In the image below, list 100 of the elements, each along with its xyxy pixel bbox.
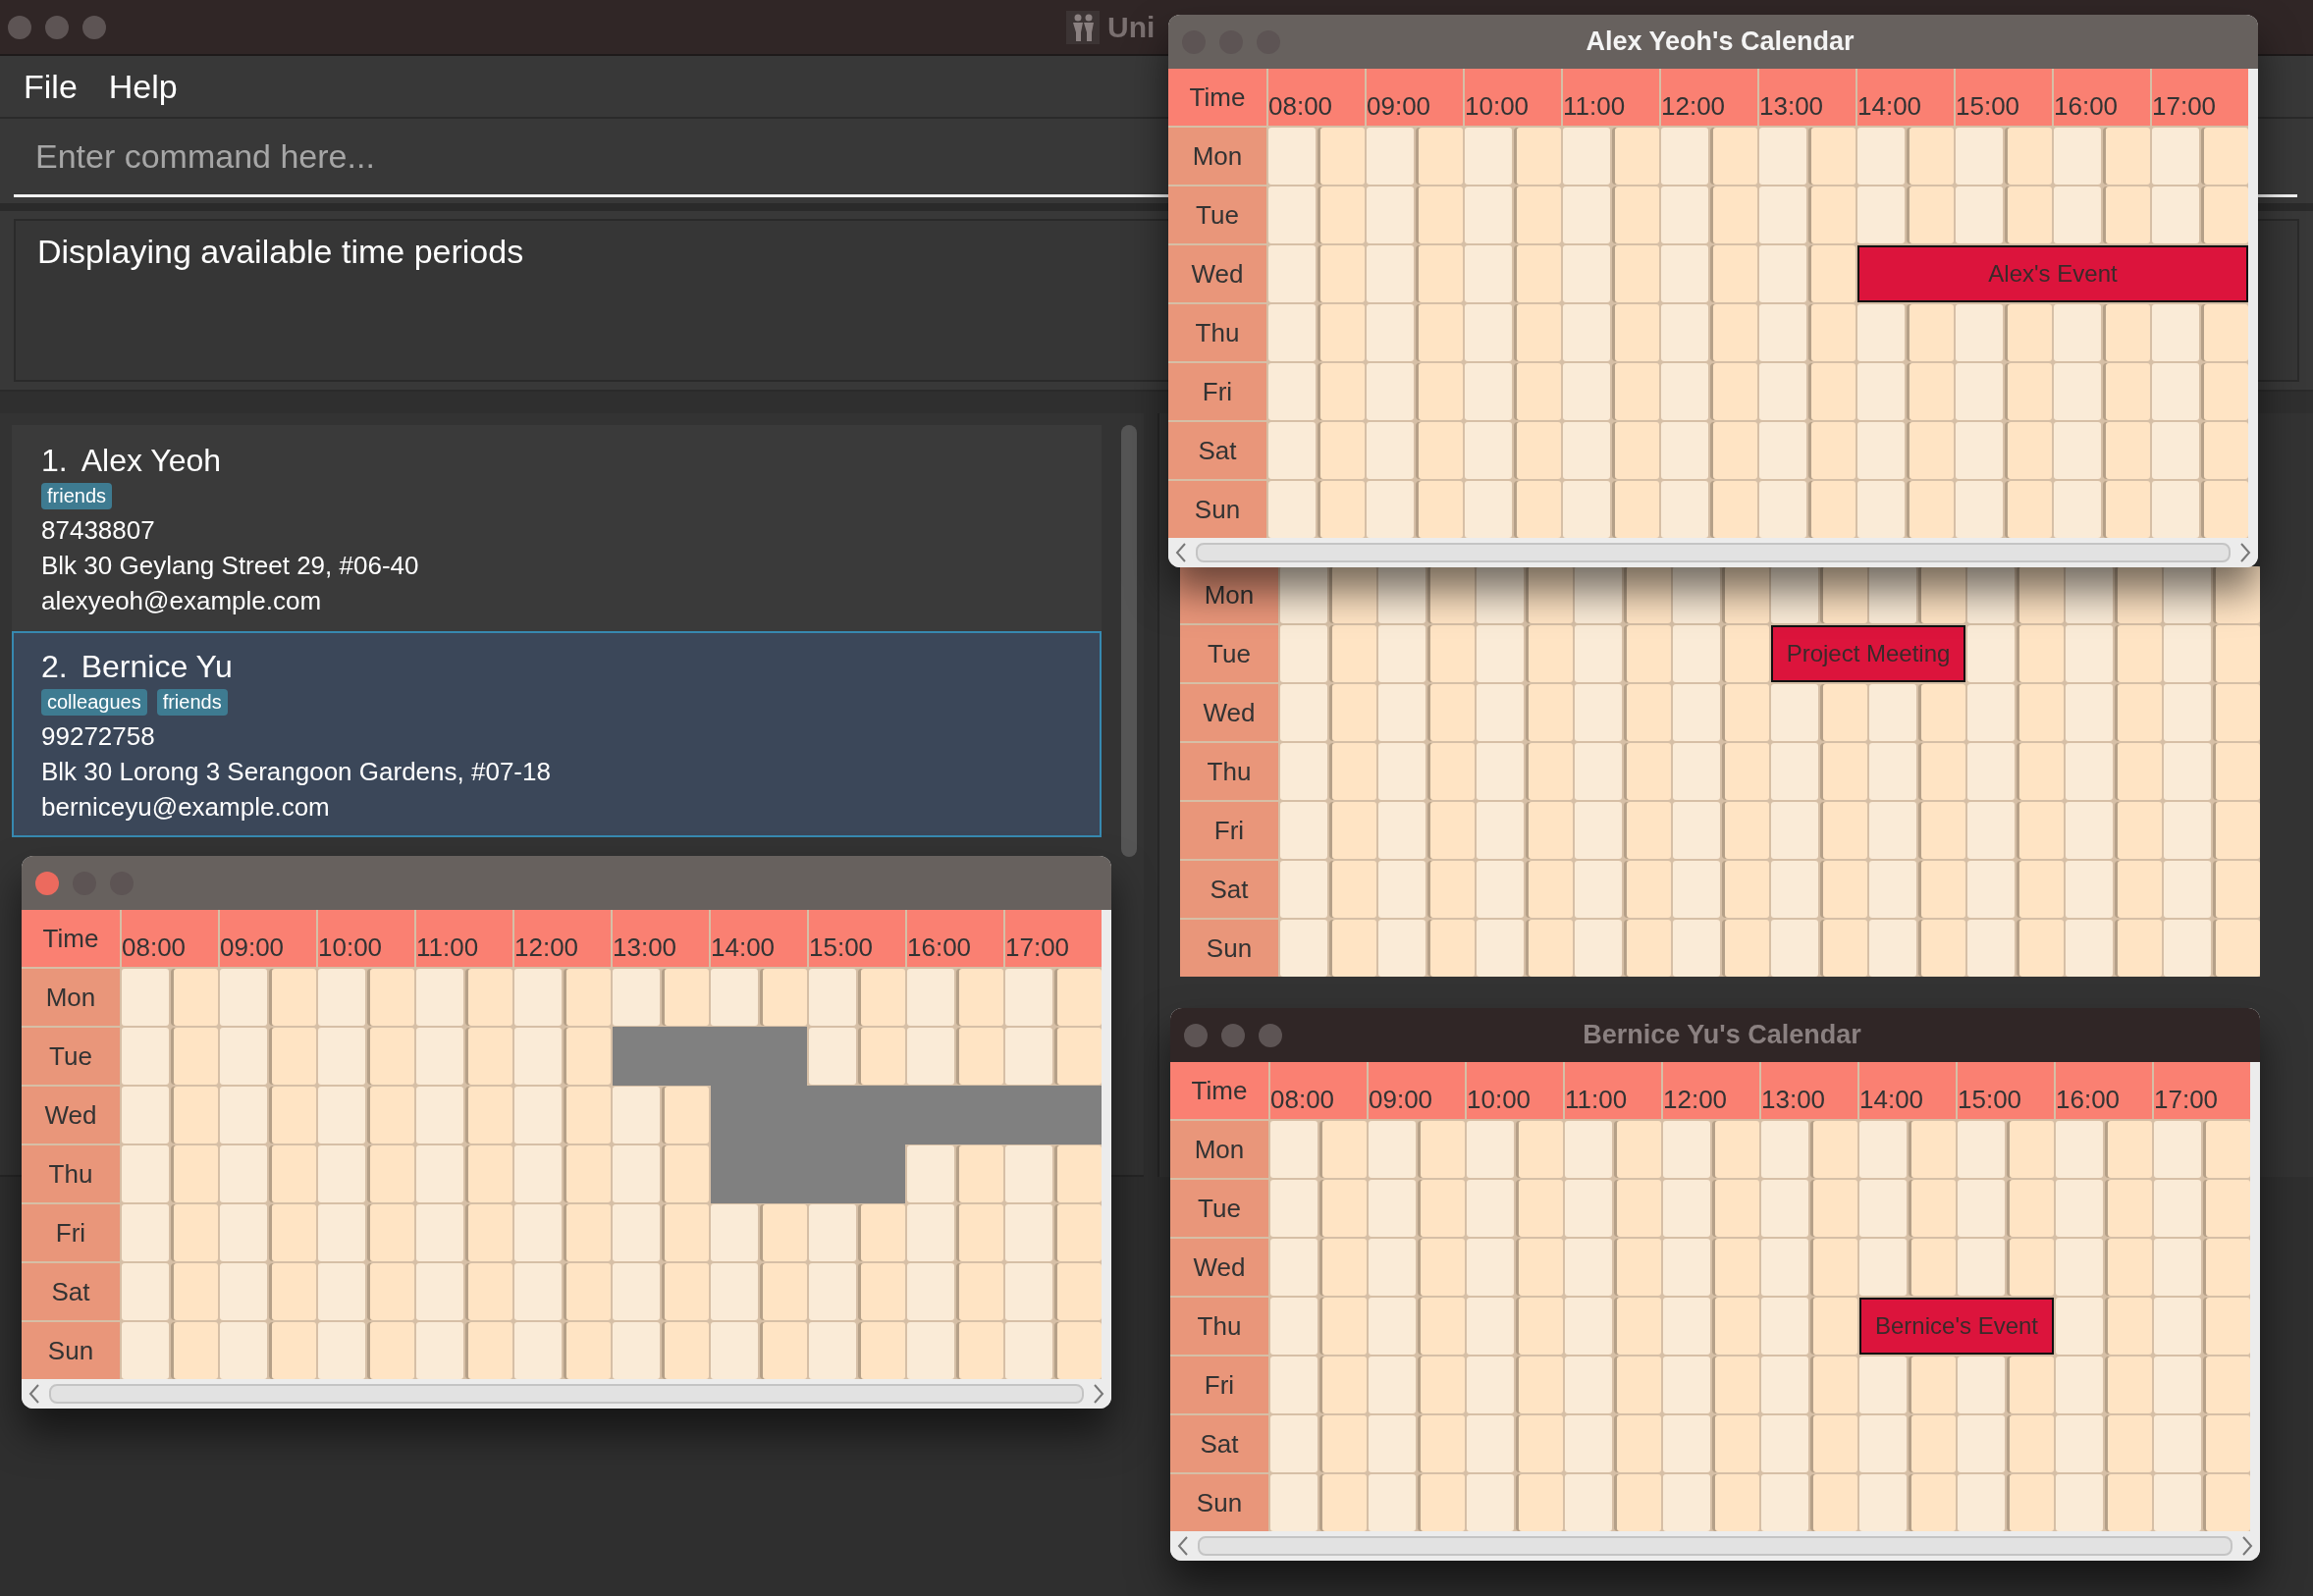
scrollbar-thumb[interactable] [1196, 543, 2231, 562]
event-background[interactable] [1857, 245, 1907, 302]
hour-header: 08:00 [122, 910, 218, 967]
day-label: Sat [1170, 1415, 1268, 1472]
day-label: Tue [1168, 186, 1266, 243]
scroll-left-button[interactable] [1176, 1535, 1190, 1557]
hour-header: 12:00 [1663, 1062, 1759, 1119]
menu-item[interactable]: File [12, 63, 89, 110]
tag: friends [41, 483, 113, 509]
event-background[interactable] [2201, 245, 2248, 302]
hour-header: 14:00 [1859, 1062, 1956, 1119]
window-close-button[interactable] [35, 871, 59, 895]
window-minimize-button[interactable] [45, 15, 69, 39]
person-index: 2. [41, 649, 68, 685]
hour-header: 13:00 [1759, 69, 1856, 126]
window-zoom-button[interactable] [82, 15, 106, 39]
day-label: Fri [1180, 802, 1278, 859]
person-card[interactable]: 1. Alex Yeoh friends 87438807 Blk 30 Geylang Street 29, #06-40 alexyeoh@example.com [12, 425, 1102, 631]
person-card[interactable]: 2. Bernice Yu colleagues friends 99272758 Blk 30 Lorong 3 Serangoon Gardens, #07-18 berniceyu@example.com [12, 631, 1102, 837]
person-email: berniceyu@example.com [41, 791, 331, 824]
day-label: Tue [22, 1028, 120, 1085]
hour-header: 11:00 [416, 910, 512, 967]
day-label: Fri [22, 1204, 120, 1261]
scroll-left-button[interactable] [1174, 542, 1188, 563]
event-label: Bernice's Event [1875, 1312, 2038, 1340]
window-title: Alex Yeoh's Calendar [1586, 27, 1855, 57]
hour-header: 14:00 [711, 910, 807, 967]
day-label: Sat [1180, 861, 1278, 918]
hour-header: 13:00 [1761, 1062, 1857, 1119]
hour-header: 09:00 [1367, 69, 1463, 126]
window-zoom-button[interactable] [1259, 1023, 1282, 1047]
day-label: Thu [22, 1145, 120, 1202]
day-label: Mon [22, 969, 120, 1026]
window-close-button[interactable] [8, 15, 31, 39]
app-title: Uni [1107, 10, 1156, 44]
person-email: alexyeoh@example.com [41, 585, 323, 617]
person-name: Bernice Yu [81, 649, 233, 685]
hour-header: 15:00 [809, 910, 905, 967]
scroll-left-button[interactable] [27, 1383, 41, 1405]
people-icon [1066, 10, 1100, 44]
hour-header: 11:00 [1565, 1062, 1661, 1119]
person-phone: 99272758 [41, 720, 156, 753]
day-label: Mon [1170, 1121, 1268, 1178]
hour-header: 09:00 [1369, 1062, 1465, 1119]
window-close-button[interactable] [1184, 1023, 1208, 1047]
person-address: Blk 30 Lorong 3 Serangoon Gardens, #07-18 [41, 756, 552, 788]
hour-header: 08:00 [1270, 1062, 1367, 1119]
day-label: Sun [1168, 481, 1266, 538]
hour-header: 10:00 [1465, 69, 1561, 126]
day-label: Wed [22, 1087, 120, 1144]
day-label: Wed [1170, 1239, 1268, 1296]
person-index: 1. [41, 443, 68, 479]
day-label: Sat [22, 1263, 120, 1320]
hour-header: 14:00 [1857, 69, 1954, 126]
hour-header: 16:00 [2056, 1062, 2152, 1119]
time-header: Time [22, 910, 120, 967]
day-label: Fri [1170, 1357, 1268, 1413]
time-header: Time [1168, 69, 1266, 126]
day-label: Sun [1180, 920, 1278, 977]
day-label: Sun [22, 1322, 120, 1379]
day-label: Tue [1170, 1180, 1268, 1237]
time-header: Time [1170, 1062, 1268, 1119]
event-label: Alex's Event [1988, 260, 2118, 288]
window-title: Bernice Yu's Calendar [1583, 1020, 1861, 1050]
scroll-right-button[interactable] [2238, 542, 2252, 563]
day-label: Thu [1168, 304, 1266, 361]
hour-header: 12:00 [1661, 69, 1757, 126]
day-label: Sat [1168, 422, 1266, 479]
event-label: Project Meeting [1786, 640, 1951, 667]
day-label: Mon [1180, 566, 1278, 623]
day-label: Fri [1168, 363, 1266, 420]
day-label: Wed [1168, 245, 1266, 302]
hour-header: 08:00 [1268, 69, 1365, 126]
hour-header: 10:00 [1467, 1062, 1563, 1119]
window-minimize-button[interactable] [1221, 1023, 1245, 1047]
hour-header: 13:00 [613, 910, 709, 967]
tag: friends [156, 689, 228, 716]
hour-header: 17:00 [1005, 910, 1102, 967]
day-label: Sun [1170, 1474, 1268, 1531]
day-label: Thu [1170, 1298, 1268, 1355]
person-address: Blk 30 Geylang Street 29, #06-40 [41, 550, 420, 582]
scrollbar-thumb[interactable] [1198, 1536, 2232, 1556]
scrollbar-thumb[interactable] [49, 1384, 1084, 1404]
scroll-right-button[interactable] [1092, 1383, 1105, 1405]
scrollbar[interactable] [1119, 425, 1139, 857]
day-label: Mon [1168, 128, 1266, 185]
hour-header: 10:00 [318, 910, 414, 967]
tag: colleagues [41, 689, 147, 716]
hour-header: 17:00 [2152, 69, 2248, 126]
day-label: Thu [1180, 743, 1278, 800]
hour-header: 16:00 [907, 910, 1003, 967]
hour-header: 15:00 [1956, 69, 2052, 126]
command-field[interactable]: Enter command here... [14, 119, 1143, 197]
hour-header: 11:00 [1563, 69, 1659, 126]
day-label: Tue [1180, 625, 1278, 682]
hour-header: 15:00 [1958, 1062, 2054, 1119]
hour-header: 17:00 [2154, 1062, 2250, 1119]
person-phone: 87438807 [41, 514, 156, 547]
menu-item[interactable]: Help [96, 63, 189, 110]
scroll-right-button[interactable] [2240, 1535, 2254, 1557]
